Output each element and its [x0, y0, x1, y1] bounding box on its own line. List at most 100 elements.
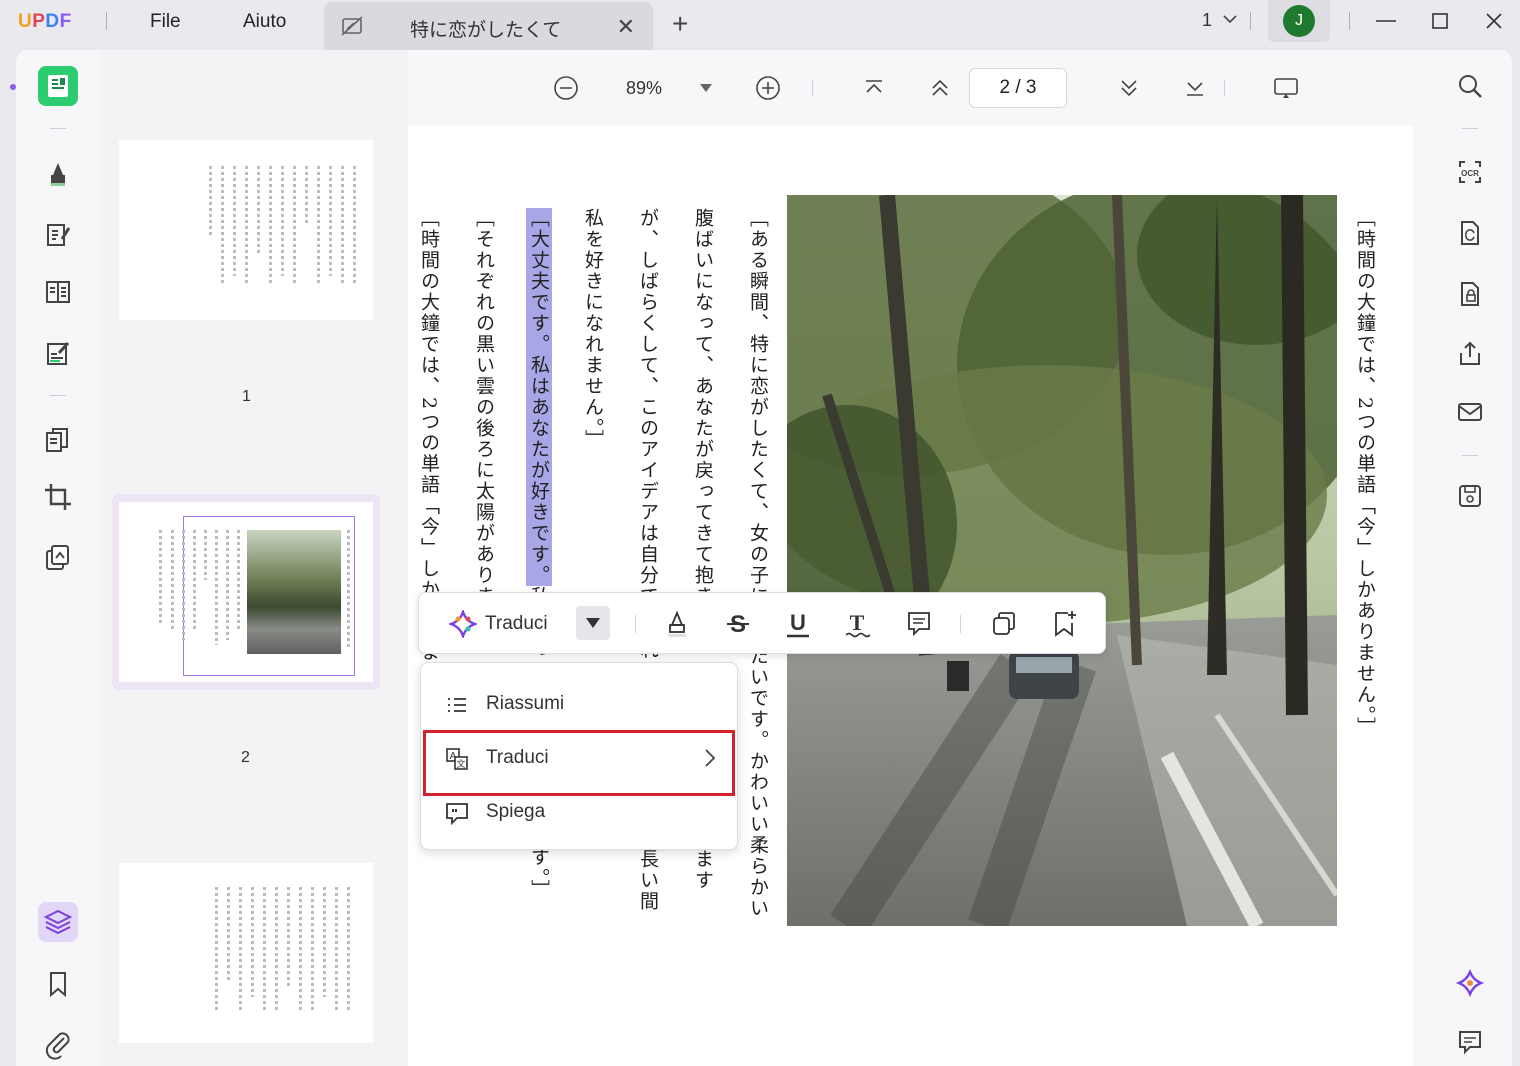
save-icon — [1459, 485, 1481, 507]
slideshow-icon — [1274, 78, 1298, 98]
ai-translate-button[interactable]: Traduci — [449, 609, 548, 639]
add-note-button[interactable] — [903, 608, 935, 640]
divider — [106, 12, 107, 30]
zoom-in-button[interactable] — [754, 74, 782, 102]
next-page-button[interactable] — [1115, 74, 1143, 102]
page-thumbnail-selected[interactable] — [119, 502, 373, 682]
text-column[interactable]: ［それぞれの黒い雲の後ろに太陽がありま — [471, 208, 497, 607]
note-icon — [908, 612, 930, 637]
svg-text:T: T — [850, 610, 865, 635]
document-tab[interactable]: 特に恋がしたくて ✕ — [324, 2, 653, 50]
page-tools-button[interactable] — [38, 420, 78, 460]
zoom-out-button[interactable] — [552, 74, 580, 102]
double-chevron-up-icon — [932, 79, 948, 96]
bookmark-icon — [50, 972, 66, 998]
comment-tool-button[interactable] — [38, 153, 78, 193]
add-bookmark-button[interactable] — [1049, 608, 1081, 640]
ai-action-dropdown[interactable] — [576, 606, 610, 640]
text-column[interactable]: 腹ばいになって、あなたが戻ってきて抱き — [690, 208, 716, 607]
user-account[interactable]: J — [1268, 0, 1330, 42]
copy-button[interactable] — [988, 608, 1020, 640]
divider — [1462, 128, 1478, 129]
comments-button[interactable] — [1455, 1027, 1485, 1057]
crop-button[interactable] — [38, 477, 78, 517]
minimize-icon[interactable] — [1374, 9, 1398, 33]
chevron-down-icon[interactable] — [1222, 11, 1238, 27]
ai-assistant-icon — [449, 610, 477, 638]
squiggly-button[interactable]: T — [841, 608, 873, 640]
previous-page-button[interactable] — [926, 74, 954, 102]
menu-item-summarize[interactable]: Riassumi — [421, 679, 737, 729]
save-button[interactable] — [1455, 481, 1485, 511]
open-tabs-count[interactable]: 1 — [1202, 10, 1212, 31]
ai-action-label: Traduci — [485, 613, 548, 634]
page-number-input[interactable]: 2 / 3 — [969, 68, 1067, 108]
comment-icon — [1459, 1031, 1481, 1055]
text-column[interactable]: 私を好きになれません。］ — [580, 208, 606, 451]
first-page-button[interactable] — [860, 74, 888, 102]
fill-sign-button[interactable] — [38, 334, 78, 374]
avatar: J — [1283, 5, 1315, 37]
caret-down-icon — [700, 84, 712, 92]
zoom-dropdown[interactable] — [694, 76, 718, 100]
maximize-icon[interactable] — [1428, 9, 1452, 33]
form-edit-icon — [47, 341, 70, 365]
ai-assistant-button[interactable] — [1455, 968, 1485, 998]
highlight-button[interactable] — [661, 608, 693, 640]
menu-file[interactable]: File — [150, 11, 181, 33]
convert-button[interactable] — [1455, 218, 1485, 248]
strikethrough-button[interactable]: S — [722, 608, 754, 640]
bookmark-add-icon — [1055, 611, 1076, 637]
presentation-button[interactable] — [1272, 74, 1300, 102]
share-button[interactable] — [1455, 339, 1485, 369]
attachments-button[interactable] — [38, 1024, 78, 1064]
close-tab-icon[interactable]: ✕ — [617, 14, 635, 40]
ai-assistant-icon — [1456, 969, 1484, 997]
text-column[interactable]: ［時間の大鐘では、2つの単語「今」しかありません。］ — [1352, 208, 1378, 738]
ocr-icon: OCR — [1459, 161, 1481, 183]
document-area: 89% 2 / 3 ［時間の大鐘では、2つの単語「今」しかありません。］ ［ある… — [408, 50, 1428, 1066]
book-icon — [48, 75, 68, 97]
squiggly-text-icon: T — [845, 610, 871, 638]
zoom-level[interactable]: 89% — [626, 78, 662, 99]
mail-icon — [1458, 403, 1482, 421]
page-number-label: 2 — [241, 749, 250, 766]
crop-icon — [45, 484, 71, 510]
bookmarks-button[interactable] — [38, 964, 78, 1004]
pages-thumbnail-button[interactable] — [38, 902, 78, 942]
page-thumbnail[interactable] — [119, 863, 373, 1043]
title-bar: UPDF File Aiuto 特に恋がしたくて ✕ + 1 J — [0, 0, 1520, 50]
email-button[interactable] — [1455, 397, 1485, 427]
main-frame: 1 2 89% 2 / 3 ［時間の大鐘では、2つの単語「今」しかありません。］… — [16, 50, 1512, 1066]
zoom-in-icon — [756, 76, 780, 100]
organize-pages-button[interactable] — [38, 272, 78, 312]
app-logo[interactable]: UPDF — [18, 11, 72, 33]
text-fragment[interactable]: たいです。かわいい柔らかい — [745, 646, 771, 919]
text-column[interactable]: ［ある瞬間、特に恋がしたくて、女の子に — [745, 208, 771, 607]
underline-button[interactable]: U — [782, 608, 814, 640]
text-column[interactable]: が、しばらくして、このアイデアは自分で — [635, 208, 661, 607]
close-window-icon[interactable] — [1482, 9, 1506, 33]
protect-file-button[interactable] — [1455, 279, 1485, 309]
edit-pdf-button[interactable] — [38, 215, 78, 255]
page-thumbnail[interactable] — [119, 140, 373, 320]
view-toolbar: 89% 2 / 3 — [408, 50, 1428, 126]
divider — [1224, 80, 1225, 96]
selected-text[interactable]: ［大丈夫です。私はあなたが好きです。 — [526, 208, 552, 586]
lock-file-icon — [1461, 282, 1479, 306]
protect-button[interactable] — [38, 538, 78, 578]
menu-item-label: Spiega — [486, 801, 546, 822]
menu-help[interactable]: Aiuto — [243, 11, 286, 33]
thumbnail-photo — [247, 530, 341, 654]
search-button[interactable] — [1455, 71, 1485, 101]
text-column[interactable]: ［時間の大鐘では、2つの単語「今」しか — [416, 208, 442, 600]
divider — [812, 80, 813, 96]
menu-item-label: Riassumi — [486, 693, 565, 714]
last-page-icon — [1187, 82, 1203, 96]
last-page-button[interactable] — [1181, 74, 1209, 102]
reader-mode-button[interactable] — [38, 66, 78, 106]
divider — [50, 395, 66, 396]
svg-text:OCR: OCR — [1461, 169, 1479, 178]
ocr-button[interactable]: OCR — [1455, 157, 1485, 187]
new-tab-button[interactable]: + — [672, 8, 688, 40]
